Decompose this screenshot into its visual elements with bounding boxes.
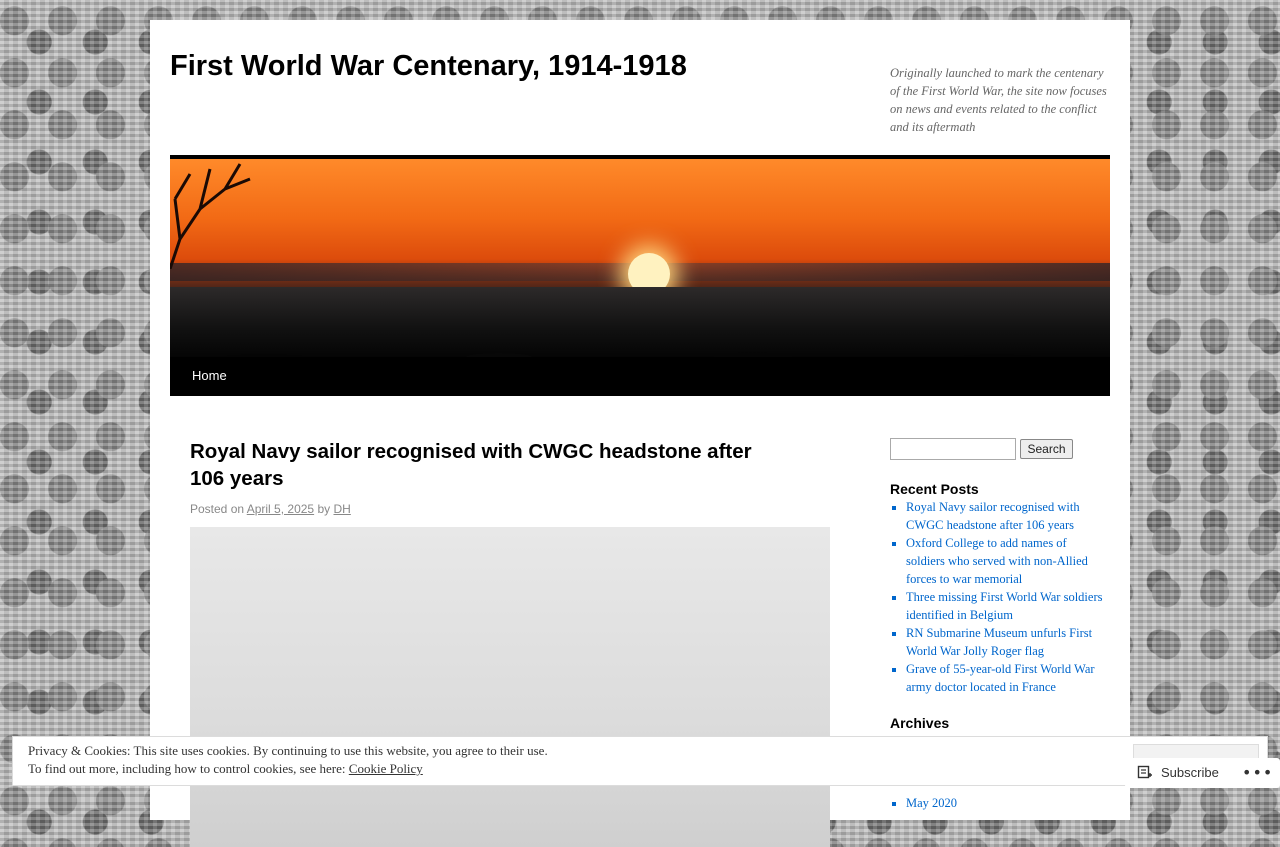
subscribe-button[interactable]: Subscribe bbox=[1161, 765, 1219, 780]
page-wrapper: First World War Centenary, 1914-1918 Ori… bbox=[150, 20, 1130, 847]
archives-list: May 2020 bbox=[890, 794, 1106, 812]
recent-posts-title: Recent Posts bbox=[890, 481, 979, 497]
list-item: Oxford College to add names of soldiers … bbox=[906, 534, 1106, 588]
archives-title: Archives bbox=[890, 715, 950, 731]
recent-post-link[interactable]: Three missing First World War soldiers i… bbox=[906, 590, 1102, 622]
cookie-banner: Privacy & Cookies: This site uses cookie… bbox=[12, 736, 1268, 786]
recent-post-link[interactable]: Oxford College to add names of soldiers … bbox=[906, 536, 1088, 586]
treeline-silhouette bbox=[170, 287, 1110, 357]
main-navigation: Home bbox=[170, 357, 1110, 396]
reader-follow-icon[interactable] bbox=[1137, 765, 1153, 781]
recent-post-link[interactable]: Royal Navy sailor recognised with CWGC h… bbox=[906, 500, 1080, 532]
cookie-info-line: To find out more, including how to contr… bbox=[28, 761, 423, 777]
cookie-info-text: To find out more, including how to contr… bbox=[28, 761, 346, 776]
recent-post-link[interactable]: RN Submarine Museum unfurls First World … bbox=[906, 626, 1092, 658]
list-item: Three missing First World War soldiers i… bbox=[906, 588, 1106, 624]
list-item: RN Submarine Museum unfurls First World … bbox=[906, 624, 1106, 660]
more-options-icon[interactable]: ••• bbox=[1242, 763, 1273, 782]
archive-link[interactable]: May 2020 bbox=[906, 796, 957, 810]
nav-item-home[interactable]: Home bbox=[192, 368, 227, 383]
post-date-link[interactable]: April 5, 2025 bbox=[247, 502, 314, 516]
by-label: by bbox=[317, 502, 331, 516]
post-featured-image bbox=[190, 527, 830, 847]
tree-branch-silhouette bbox=[170, 163, 251, 269]
cookie-policy-link[interactable]: Cookie Policy bbox=[349, 761, 423, 776]
post-title[interactable]: Royal Navy sailor recognised with CWGC h… bbox=[190, 438, 790, 492]
recent-posts-list: Royal Navy sailor recognised with CWGC h… bbox=[890, 498, 1106, 696]
site-description: Originally launched to mark the centenar… bbox=[890, 66, 1107, 134]
list-item: Royal Navy sailor recognised with CWGC h… bbox=[906, 498, 1106, 534]
site-title[interactable]: First World War Centenary, 1914-1918 bbox=[170, 50, 687, 83]
post-author-link[interactable]: DH bbox=[333, 502, 350, 516]
list-item: May 2020 bbox=[906, 794, 1106, 812]
post-content: Royal Navy sailor recognised with CWGC h… bbox=[190, 438, 830, 847]
post-meta: Posted on April 5, 2025 by DH bbox=[190, 502, 830, 516]
list-item: Grave of 55-year-old First World War arm… bbox=[906, 660, 1106, 696]
subscribe-bar: Subscribe ••• bbox=[1125, 758, 1280, 788]
recent-post-link[interactable]: Grave of 55-year-old First World War arm… bbox=[906, 662, 1095, 694]
header-sunset-image bbox=[170, 159, 1110, 357]
cookie-notice-text: Privacy & Cookies: This site uses cookie… bbox=[28, 743, 548, 758]
posted-on-label: Posted on bbox=[190, 502, 245, 516]
search-input[interactable] bbox=[890, 438, 1016, 460]
search-button[interactable]: Search bbox=[1020, 439, 1073, 459]
